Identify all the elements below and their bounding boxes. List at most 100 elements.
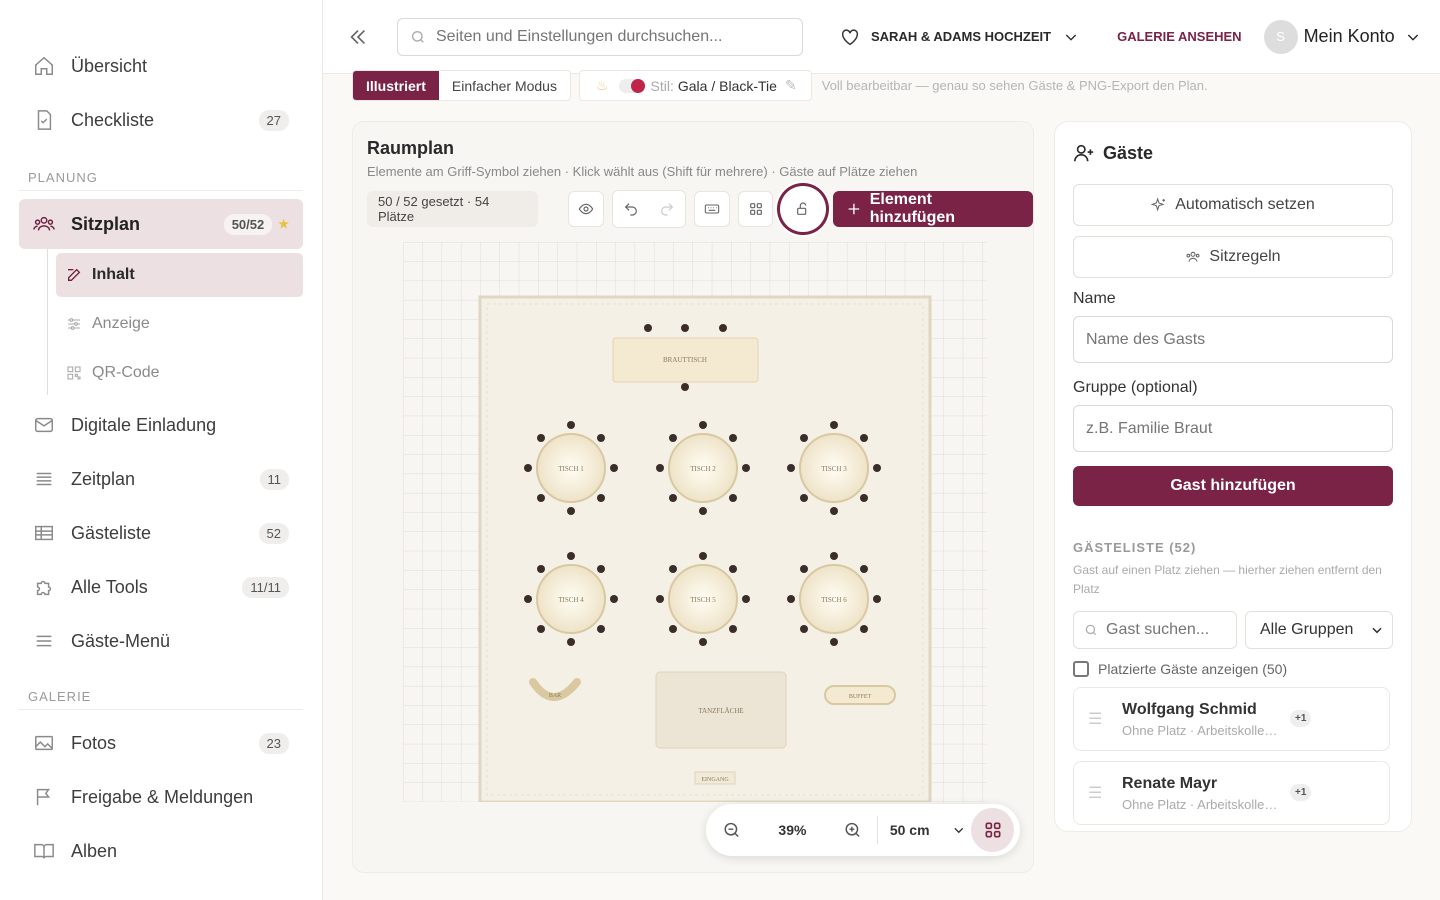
guest-search-input[interactable] <box>1106 621 1226 639</box>
show-placed-checkbox[interactable] <box>1073 661 1089 677</box>
view-gallery-link[interactable]: GALERIE ANSEHEN <box>1117 29 1241 44</box>
mode-row: Illustriert Einfacher Modus ♨ Stil: Gala… <box>352 70 1208 101</box>
show-placed-toggle[interactable]: Platzierte Gäste anzeigen (50) <box>1073 661 1393 677</box>
keyboard-icon <box>704 204 720 214</box>
buffet[interactable]: BUFFET <box>824 685 896 705</box>
entrance-label: EINGANG <box>701 777 729 783</box>
sub-item-display[interactable]: Anzeige <box>56 302 303 346</box>
add-element-button[interactable]: Element hinzufügen <box>832 191 1033 227</box>
drag-handle-icon[interactable]: ☰ <box>1088 783 1102 803</box>
auto-assign-label: Automatisch setzen <box>1175 196 1315 213</box>
grid-toggle-button[interactable] <box>971 808 1014 852</box>
zoom-in-icon[interactable] <box>843 820 862 840</box>
count-badge: 11/11 <box>242 576 289 598</box>
undo-button[interactable] <box>613 191 650 227</box>
entrance[interactable]: EINGANG <box>694 771 736 785</box>
count-badge: 23 <box>258 732 289 754</box>
image-icon <box>33 732 55 754</box>
nav-label: Digitale Einladung <box>71 414 217 435</box>
nav-photos[interactable]: Fotos 23 <box>19 718 303 768</box>
auto-assign-button[interactable]: Automatisch setzen <box>1073 184 1393 226</box>
guests-header: Gäste <box>1073 122 1393 184</box>
table-label: TISCH 6 <box>821 596 847 604</box>
search-icon <box>1085 624 1097 636</box>
nav-sharing[interactable]: Freigabe & Meldungen <box>19 772 303 822</box>
show-placed-label: Platzierte Gäste anzeigen (50) <box>1098 661 1288 677</box>
dance-floor[interactable]: TANZFLÄCHE <box>655 671 787 749</box>
theme-toggle[interactable] <box>618 78 645 93</box>
seating-rules-button[interactable]: Sitzregeln <box>1073 236 1393 278</box>
style-value: Gala / Black-Tie <box>677 77 777 94</box>
grid-button[interactable] <box>737 191 774 227</box>
divider <box>876 816 878 844</box>
chevron-down-icon[interactable] <box>952 823 966 837</box>
guest-name-field[interactable] <box>1073 316 1393 363</box>
guest-card[interactable]: ☰ Wolfgang Schmid Ohne Platz · Arbeitsko… <box>1073 687 1390 751</box>
global-search[interactable] <box>397 17 803 56</box>
nav-invitation[interactable]: Digitale Einladung <box>19 400 303 450</box>
redo-button[interactable] <box>649 191 686 227</box>
guest-name: Renate Mayr <box>1122 774 1218 792</box>
plus-one-badge: +1 <box>1290 710 1312 727</box>
tab-illustrated[interactable]: Illustriert <box>353 71 439 100</box>
sub-item-label: Inhalt <box>92 266 135 283</box>
nav-checklist[interactable]: Checkliste 27 <box>19 95 303 145</box>
grid-icon <box>985 822 1001 838</box>
account-menu[interactable]: S Mein Konto <box>1263 19 1421 54</box>
grid-size-select[interactable]: 50 cm <box>890 822 952 838</box>
book-icon <box>33 840 55 862</box>
collapse-sidebar-icon[interactable] <box>347 26 369 48</box>
sub-item-content[interactable]: Inhalt <box>56 253 303 297</box>
wedding-selector[interactable]: SARAH & ADAMS HOCHZEIT <box>839 26 1079 48</box>
zoom-out-icon[interactable] <box>722 820 741 840</box>
nav-overview[interactable]: Übersicht <box>19 41 303 91</box>
sliders-icon <box>66 316 82 332</box>
guest-list-hint: Gast auf einen Platz ziehen — hierher zi… <box>1073 563 1382 596</box>
home-icon <box>33 55 55 77</box>
guest-search-field[interactable] <box>1073 611 1237 649</box>
guest-name-input[interactable] <box>1086 330 1380 349</box>
top-bar: SARAH & ADAMS HOCHZEIT GALERIE ANSEHEN S… <box>323 0 1440 74</box>
style-selector[interactable]: ♨ Stil: Gala / Black-Tie ✎ <box>578 70 812 101</box>
guest-group-field[interactable] <box>1073 405 1393 452</box>
count-badge: 27 <box>258 109 289 131</box>
unlock-icon <box>797 202 807 215</box>
chevron-down-icon <box>1372 627 1382 634</box>
nav-seating[interactable]: Sitzplan 50/52 ★ <box>19 199 303 249</box>
floor-plan-card: Raumplan Elemente am Griff-Symbol ziehen… <box>352 121 1034 873</box>
add-guest-button[interactable]: Gast hinzufügen <box>1073 466 1393 506</box>
menu-icon <box>33 630 55 652</box>
lock-button[interactable] <box>777 183 829 235</box>
drag-handle-icon[interactable]: ☰ <box>1088 709 1102 729</box>
guest-group-input[interactable] <box>1086 419 1380 438</box>
section-label-planning: PLANUNG <box>19 165 303 191</box>
count-badge: 52 <box>258 522 289 544</box>
group-label: Gruppe (optional) <box>1073 379 1198 396</box>
table-label: TISCH 1 <box>558 465 584 473</box>
guests-panel: Gäste Automatisch setzen Sitzregeln Name… <box>1054 121 1412 832</box>
preview-button[interactable] <box>568 191 605 227</box>
nav-label: Fotos <box>71 732 117 753</box>
flame-icon: ♨ <box>595 77 609 93</box>
nav-guest-menu[interactable]: Gäste-Menü <box>19 616 303 666</box>
nav-albums[interactable]: Alben <box>19 826 303 876</box>
nav-tools[interactable]: Alle Tools 11/11 <box>19 562 303 612</box>
nav-label: Gästeliste <box>71 522 152 543</box>
guest-card[interactable]: ☰ Renate Mayr Ohne Platz · Arbeitskolle…… <box>1073 761 1390 825</box>
tab-simple-mode[interactable]: Einfacher Modus <box>439 71 570 100</box>
sub-item-label: Anzeige <box>92 315 150 332</box>
group-filter-select[interactable]: Alle Gruppen <box>1245 611 1393 649</box>
floor-plan-canvas[interactable]: BRAUTTISCH TISCH 1 TISCH 2 TISCH 3 TISCH… <box>403 242 987 802</box>
search-input[interactable] <box>436 27 776 46</box>
heart-icon <box>841 28 859 45</box>
nav-schedule[interactable]: Zeitplan 11 <box>19 454 303 504</box>
sub-item-qr[interactable]: QR-Code <box>56 351 303 395</box>
nav-guestlist[interactable]: Gästeliste 52 <box>19 508 303 558</box>
avatar: S <box>1263 19 1298 54</box>
keyboard-button[interactable] <box>694 191 730 227</box>
nav-label: Alben <box>71 840 118 861</box>
search-icon <box>412 30 424 43</box>
seating-submenu: Inhalt Anzeige QR-Code <box>47 249 303 395</box>
sidebar: Übersicht Checkliste 27 PLANUNG Sitzplan… <box>0 0 323 900</box>
add-element-label: Element hinzufügen <box>869 191 956 226</box>
